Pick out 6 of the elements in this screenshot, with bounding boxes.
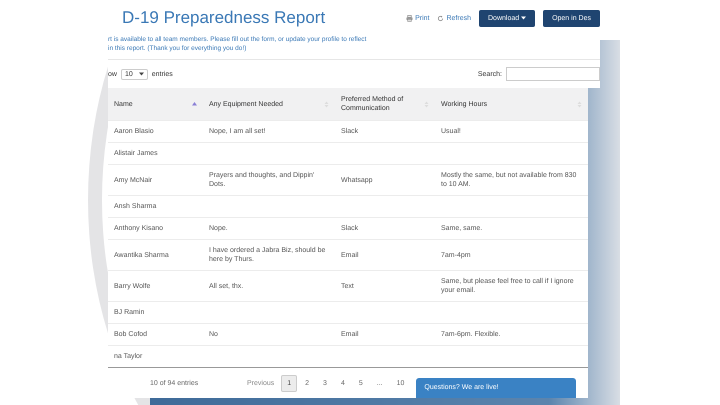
printer-icon — [406, 14, 414, 22]
report-title: D-19 Preparedness Report — [122, 8, 326, 28]
refresh-icon — [437, 14, 444, 22]
caret-icon — [521, 16, 526, 20]
search-field[interactable] — [506, 67, 600, 81]
caret-icon — [138, 70, 144, 76]
